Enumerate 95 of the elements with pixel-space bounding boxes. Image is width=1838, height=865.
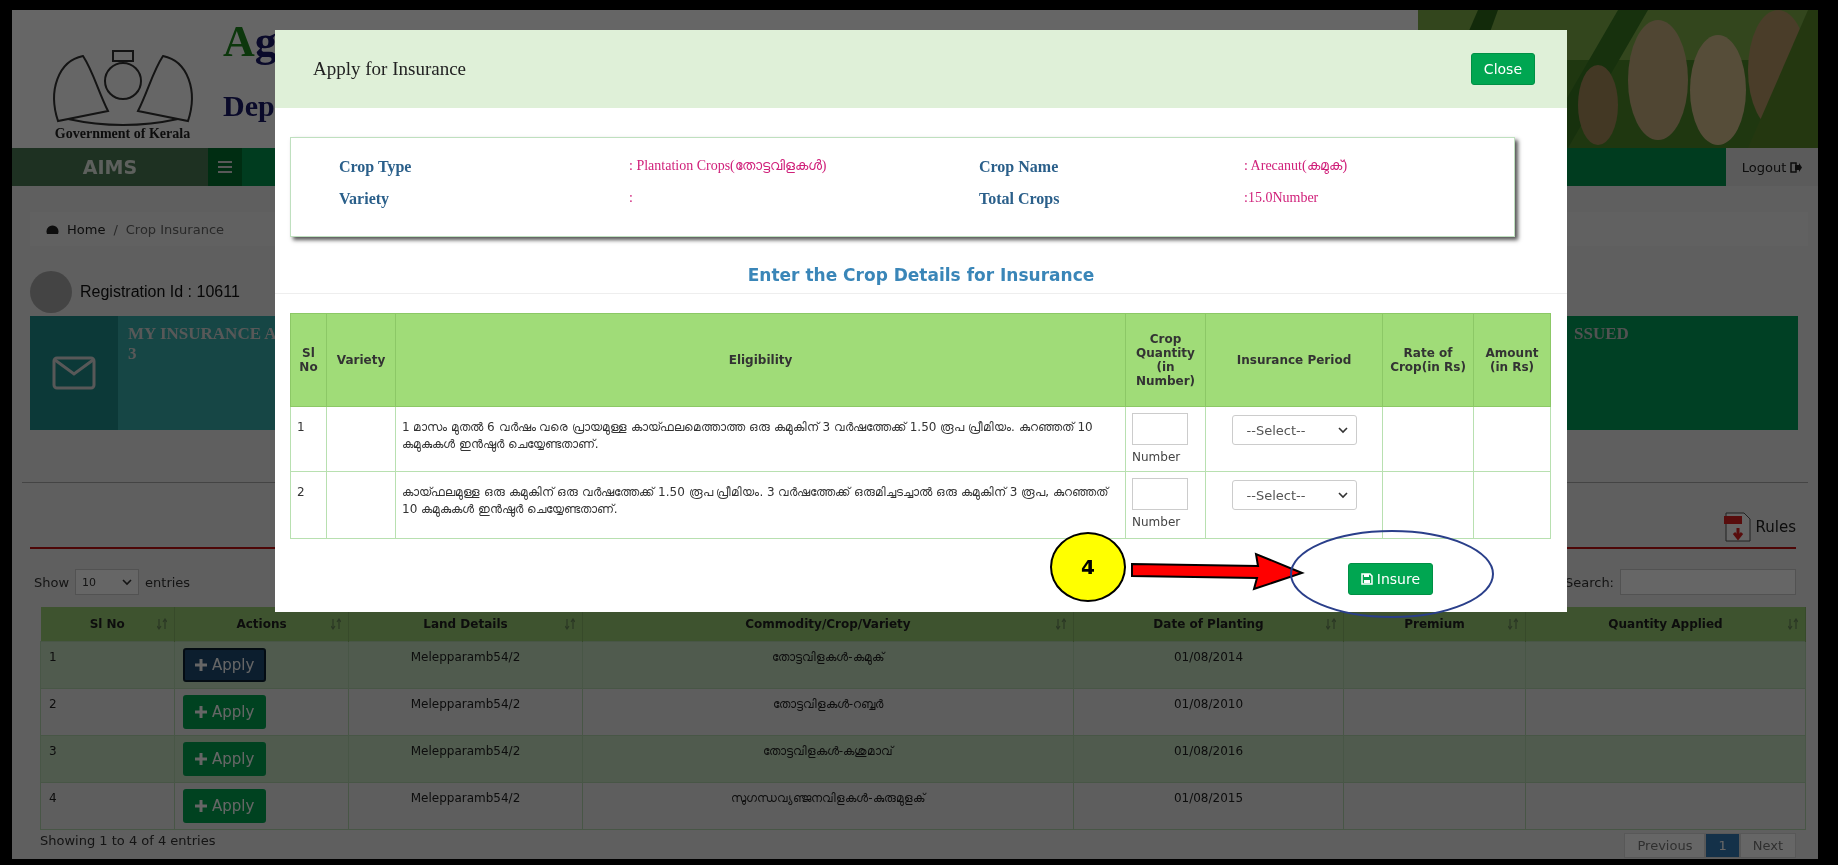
department-title: Dep — [223, 89, 276, 123]
plus-icon — [195, 753, 207, 765]
column-header[interactable]: Premium — [1404, 617, 1465, 631]
sort-icon[interactable] — [157, 618, 167, 630]
insure-button[interactable]: Insure — [1347, 563, 1433, 595]
column-header[interactable]: Actions — [236, 617, 287, 631]
chevron-icon — [1337, 491, 1348, 499]
envelope-icon — [52, 356, 96, 390]
sort-icon[interactable] — [565, 618, 575, 630]
column-header: Variety — [326, 313, 396, 407]
table-cell: 2 — [40, 688, 175, 736]
save-icon — [1360, 573, 1373, 585]
info-value: :15.0Number — [1244, 190, 1320, 207]
step-badge: 4 — [1050, 532, 1126, 602]
dashboard-icon — [46, 223, 59, 235]
table-info: Showing 1 to 4 of 4 entries — [40, 833, 216, 848]
table-cell: Melepparamb54/2 — [348, 735, 583, 783]
page-link[interactable]: 1 — [1705, 833, 1740, 858]
avatar — [30, 271, 72, 313]
table-cell: 01/08/2015 — [1073, 782, 1344, 830]
sort-icon[interactable] — [331, 618, 341, 630]
info-label: Crop Name — [979, 158, 1060, 176]
apply-button[interactable]: Apply — [183, 789, 267, 823]
table-cell: Melepparamb54/2 — [348, 688, 583, 736]
table-cell: സുഗന്ധവ്യഞ്ജനവിളകൾ-കുരുമുളക് — [582, 782, 1074, 830]
column-header: Crop Quantity (in Number) — [1125, 313, 1206, 407]
chevron-icon — [122, 578, 133, 586]
card-title: SSUED — [1574, 324, 1629, 343]
column-header: Eligibility — [395, 313, 1126, 407]
card-title: MY INSURANCE A — [128, 324, 278, 344]
info-label: Total Crops — [979, 190, 1061, 208]
table-cell: തോട്ടവിളകൾ-കമുക് — [582, 641, 1074, 689]
info-label: Crop Type — [339, 158, 413, 176]
info-value: : Arecanut(കമുക്) — [1244, 158, 1349, 176]
show-label: Show — [34, 574, 70, 590]
site-title: Ag — [223, 16, 277, 67]
sort-icon[interactable] — [1326, 618, 1336, 630]
registration-id: Registration Id : 10611 — [80, 283, 240, 301]
breadcrumb-link[interactable]: Home — [67, 221, 106, 237]
unit-label: Number — [1132, 514, 1182, 531]
period-select[interactable]: --Select-- — [1231, 480, 1357, 510]
breadcrumb-link[interactable]: Crop Insurance — [125, 221, 225, 237]
breadcrumb-separator: / — [113, 221, 118, 237]
column-header: Rate of Crop(in Rs) — [1382, 313, 1474, 407]
table-cell: 1 — [40, 641, 175, 689]
table-cell: 1 — [290, 406, 327, 472]
table-cell: 4 — [40, 782, 175, 830]
plus-icon — [195, 706, 207, 718]
table-cell: 01/08/2010 — [1073, 688, 1344, 736]
column-header: Sl No — [290, 313, 327, 407]
column-header[interactable]: Sl No — [89, 617, 125, 631]
menu-icon[interactable] — [218, 161, 232, 173]
info-value: : — [629, 190, 634, 207]
card-count: 3 — [128, 344, 138, 364]
search-label: Search: — [1564, 574, 1614, 590]
column-header: Insurance Period — [1205, 313, 1383, 407]
logout-button[interactable]: Logout — [1726, 148, 1818, 186]
rules-link[interactable]: Rules — [1755, 518, 1796, 536]
eligibility-text: 1 മാസം മുതൽ 6 വർഷം വരെ പ്രായമുള്ള കായ്ഫലമെത്താത്ത ഒരു കമുകിന് 3 വർഷത്തേക്ക് 1.50 രൂപ പ്രീമിയം. കുറഞ്ഞത് 10 കമുകുകൾ ഇൻഷുർ ചെയ്യേണ്ടതാണ്. — [395, 406, 1126, 472]
table-cell: തോട്ടവിളകൾ-കശുമാവ് — [582, 735, 1074, 783]
table-cell: 2 — [290, 471, 327, 539]
table-cell: 01/08/2014 — [1073, 641, 1344, 689]
apply-button[interactable]: Apply — [183, 648, 267, 682]
period-select[interactable]: --Select-- — [1231, 415, 1357, 445]
info-label: Variety — [339, 190, 391, 208]
column-header[interactable]: Commodity/Crop/Variety — [745, 617, 911, 631]
logout-icon — [1790, 161, 1803, 173]
page-size-select[interactable]: 10 — [75, 569, 140, 595]
column-header[interactable]: Date of Planting — [1153, 617, 1264, 631]
chevron-icon — [1337, 426, 1348, 434]
close-button[interactable]: Close — [1470, 53, 1535, 85]
sort-icon[interactable] — [1508, 618, 1518, 630]
table-cell: തോട്ടവിളകൾ-റബ്ബർ — [582, 688, 1074, 736]
emblem-caption: Government of Kerala — [54, 126, 191, 142]
plus-icon — [195, 659, 207, 671]
section-title: Enter the Crop Details for Insurance — [275, 265, 1567, 294]
entries-label: entries — [145, 574, 191, 590]
plus-icon — [195, 800, 207, 812]
table-cell: Melepparamb54/2 — [348, 782, 583, 830]
quantity-input[interactable] — [1132, 413, 1188, 445]
table-cell: 3 — [40, 735, 175, 783]
table-cell: 01/08/2016 — [1073, 735, 1344, 783]
quantity-input[interactable] — [1132, 478, 1188, 510]
column-header: Amount (in Rs) — [1473, 313, 1551, 407]
apply-button[interactable]: Apply — [183, 695, 267, 729]
column-header[interactable]: Quantity Applied — [1608, 617, 1723, 631]
sort-icon[interactable] — [1056, 618, 1066, 630]
unit-label: Number — [1132, 449, 1182, 466]
column-header[interactable]: Land Details — [423, 617, 508, 631]
table-cell: Melepparamb54/2 — [348, 641, 583, 689]
sort-icon[interactable] — [1788, 618, 1798, 630]
pdf-icon[interactable] — [1723, 512, 1752, 542]
apply-button[interactable]: Apply — [183, 742, 267, 776]
info-value: : Plantation Crops(തോട്ടവിളകൾ) — [629, 158, 828, 175]
dialog-title: Apply for Insurance — [313, 58, 466, 80]
